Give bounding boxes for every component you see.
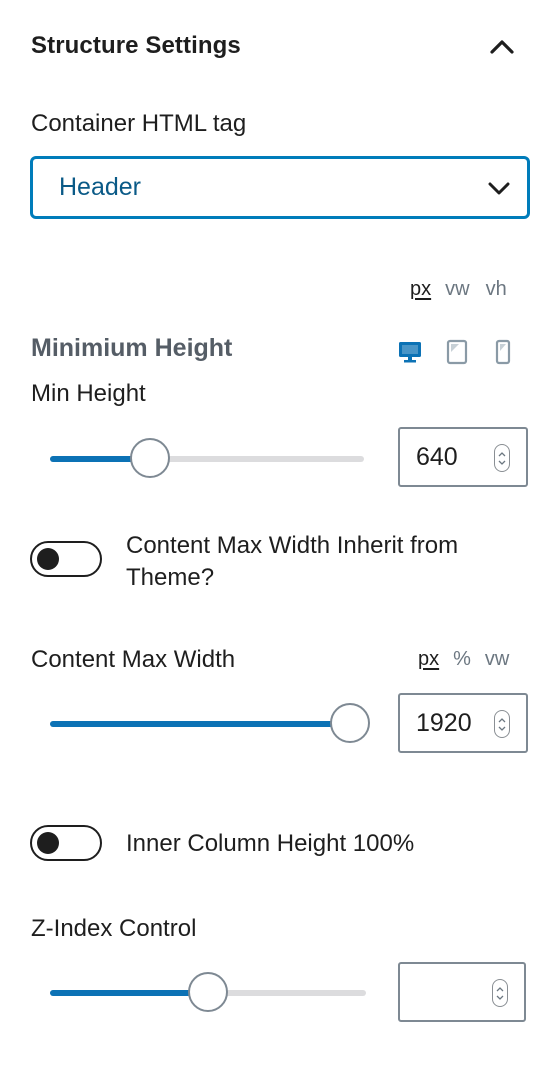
unit-px-button[interactable]: px <box>418 648 439 671</box>
spin-up-icon <box>498 717 506 722</box>
inner-column-height-toggle[interactable] <box>30 825 102 861</box>
spin-up-icon <box>498 451 506 456</box>
unit-vw-button[interactable]: vw <box>445 278 469 301</box>
z-index-spinner[interactable] <box>492 979 508 1007</box>
spin-down-icon <box>498 460 506 465</box>
tablet-icon <box>446 339 468 365</box>
unit-px-button[interactable]: px <box>410 278 431 301</box>
container-tag-select[interactable]: Header <box>30 156 530 219</box>
min-height-slider-thumb[interactable] <box>130 438 171 478</box>
mobile-icon <box>495 339 511 365</box>
min-height-input[interactable]: 640 <box>398 427 528 487</box>
min-height-spinner[interactable] <box>494 444 510 472</box>
content-max-width-inherit-toggle[interactable] <box>30 541 102 577</box>
spin-down-icon <box>496 995 504 1000</box>
container-tag-label: Container HTML tag <box>31 110 247 137</box>
content-max-width-label: Content Max Width <box>31 646 236 673</box>
desktop-icon <box>399 342 421 363</box>
toggle-knob <box>37 832 59 854</box>
content-max-width-spinner[interactable] <box>494 710 510 738</box>
container-tag-selected-value: Header <box>59 173 141 201</box>
min-height-heading: Minimium Height <box>31 334 233 362</box>
min-height-slider-track[interactable] <box>50 456 364 462</box>
spin-up-icon <box>496 986 504 991</box>
device-desktop-button[interactable] <box>396 338 424 366</box>
content-max-width-slider-thumb[interactable] <box>330 703 370 743</box>
inner-column-height-label: Inner Column Height 100% <box>126 830 415 857</box>
z-index-label: Z-Index Control <box>31 915 197 942</box>
min-height-unit-picker: px vw vh <box>410 278 507 301</box>
content-max-width-slider-track[interactable] <box>50 721 350 727</box>
z-index-slider-fill <box>50 990 208 996</box>
spin-down-icon <box>498 726 506 731</box>
min-height-label: Min Height <box>31 380 146 407</box>
z-index-input[interactable] <box>398 962 526 1022</box>
collapse-panel-button[interactable] <box>486 30 518 62</box>
content-max-width-input[interactable]: 1920 <box>398 693 528 753</box>
device-mobile-button[interactable] <box>489 338 517 366</box>
min-height-value: 640 <box>416 442 458 471</box>
unit-vh-button[interactable]: vh <box>486 278 507 301</box>
z-index-slider-thumb[interactable] <box>188 972 228 1012</box>
device-tablet-button[interactable] <box>443 338 471 366</box>
unit-vw-button[interactable]: vw <box>485 648 509 671</box>
chevron-down-icon <box>488 182 510 195</box>
content-max-width-value: 1920 <box>416 708 472 737</box>
content-max-width-unit-picker: px % vw <box>418 648 509 671</box>
toggle-knob <box>37 548 59 570</box>
panel-title: Structure Settings <box>31 32 241 59</box>
unit-percent-button[interactable]: % <box>453 648 471 671</box>
chevron-up-icon <box>490 40 514 54</box>
content-max-width-slider-fill <box>50 721 350 727</box>
content-max-width-inherit-label: Content Max Width Inherit from Theme? <box>126 532 459 591</box>
